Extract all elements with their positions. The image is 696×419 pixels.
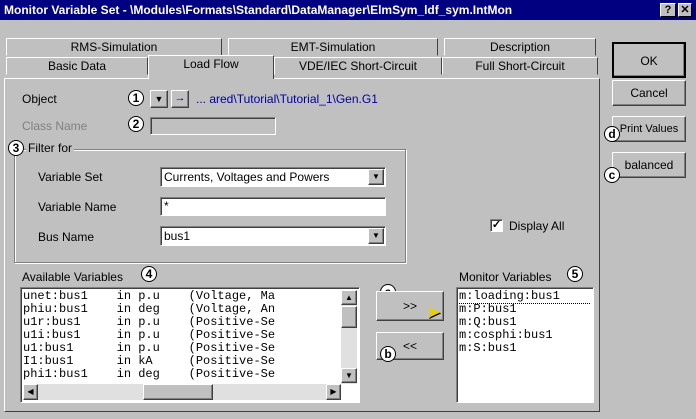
object-goto-button[interactable]: → (171, 90, 189, 108)
scroll-thumb[interactable] (143, 384, 213, 400)
tab-rms-simulation[interactable]: RMS-Simulation (6, 38, 222, 56)
object-path[interactable]: ... ared\Tutorial\Tutorial_1\Gen.G1 (196, 92, 378, 106)
callout-2: 2 (128, 116, 144, 132)
callout-4: 4 (141, 266, 157, 282)
available-variables-label: Available Variables (22, 270, 123, 284)
tab-vde-iec-short-circuit[interactable]: VDE/IEC Short-Circuit (274, 57, 442, 75)
variable-name-label: Variable Name (38, 200, 117, 214)
callout-3: 3 (8, 140, 24, 156)
scroll-left-icon[interactable]: ◀ (23, 384, 38, 400)
arrow-right-icon: → (174, 92, 186, 104)
cursor-icon: ➤ (426, 302, 442, 322)
bus-name-select[interactable]: bus1 ▼ (160, 226, 386, 246)
monitor-variables-rows: m:loading:bus1 m:P:bus1 m:Q:bus1 m:cosph… (459, 290, 591, 355)
checkmark-icon: ✓ (491, 219, 502, 231)
tab-full-short-circuit[interactable]: Full Short-Circuit (442, 57, 598, 75)
class-name-label: Class Name (22, 119, 88, 133)
monitor-variables-label: Monitor Variables (459, 270, 552, 284)
monitor-variables-list[interactable]: m:loading:bus1 m:P:bus1 m:Q:bus1 m:cosph… (456, 287, 594, 403)
balanced-button[interactable]: balanced (612, 152, 686, 178)
chevron-down-icon: ▼ (154, 94, 164, 104)
print-values-button[interactable]: Print Values (612, 116, 686, 142)
callout-c: c (604, 167, 620, 183)
cancel-button[interactable]: Cancel (612, 80, 686, 106)
display-all-checkbox[interactable]: ✓ (490, 219, 503, 232)
scroll-up-icon[interactable]: ▲ (341, 290, 357, 305)
variable-set-value: Currents, Voltages and Powers (164, 170, 330, 184)
tab-description[interactable]: Description (444, 38, 596, 56)
callout-d: d (604, 126, 620, 142)
class-name-field (150, 117, 276, 135)
scroll-thumb[interactable] (341, 306, 357, 328)
horizontal-scrollbar[interactable]: ◀ ▶ (23, 384, 341, 400)
tab-emt-simulation[interactable]: EMT-Simulation (228, 38, 438, 56)
variable-set-dropdown-button[interactable]: ▼ (368, 169, 384, 185)
vertical-scrollbar[interactable]: ▲ ▼ (341, 290, 357, 384)
available-variables-rows: unet:bus1 in p.u (Voltage, Ma phiu:bus1 … (23, 290, 339, 384)
tab-basic-data[interactable]: Basic Data (6, 57, 148, 75)
callout-5: 5 (567, 266, 583, 282)
window-title: Monitor Variable Set - \Modules\Formats\… (4, 3, 513, 17)
ok-button[interactable]: OK (612, 42, 686, 78)
variable-name-value: * (164, 199, 169, 213)
bus-name-dropdown-button[interactable]: ▼ (368, 228, 384, 244)
help-button[interactable]: ? (660, 3, 676, 17)
bus-name-value: bus1 (164, 229, 191, 243)
window-titlebar[interactable]: Monitor Variable Set - \Modules\Formats\… (0, 0, 696, 20)
object-label: Object (22, 92, 57, 106)
display-all-label[interactable]: Display All (509, 219, 564, 233)
variable-set-label: Variable Set (38, 170, 103, 184)
chevron-down-icon: ▼ (372, 172, 380, 181)
scroll-down-icon[interactable]: ▼ (341, 368, 357, 383)
variable-set-select[interactable]: Currents, Voltages and Powers ▼ (160, 167, 386, 187)
object-select-button[interactable]: ▼ (150, 90, 168, 108)
available-variables-list[interactable]: unet:bus1 in p.u (Voltage, Ma phiu:bus1 … (20, 287, 360, 403)
ok-label: OK (640, 54, 658, 68)
list-item[interactable]: phi1:bus1 in deg (Positive-Se (23, 368, 339, 381)
tab-load-flow[interactable]: Load Flow (148, 55, 274, 79)
chevron-down-icon: ▼ (372, 231, 380, 240)
bus-name-label: Bus Name (38, 230, 95, 244)
list-item[interactable]: m:S:bus1 (459, 342, 591, 355)
variable-name-input[interactable]: * (160, 197, 386, 216)
callout-b: b (380, 346, 396, 362)
callout-1: 1 (128, 90, 144, 106)
scroll-right-icon[interactable]: ▶ (326, 384, 341, 400)
filter-title: Filter for (26, 141, 75, 155)
close-icon[interactable]: ✕ (678, 3, 692, 17)
